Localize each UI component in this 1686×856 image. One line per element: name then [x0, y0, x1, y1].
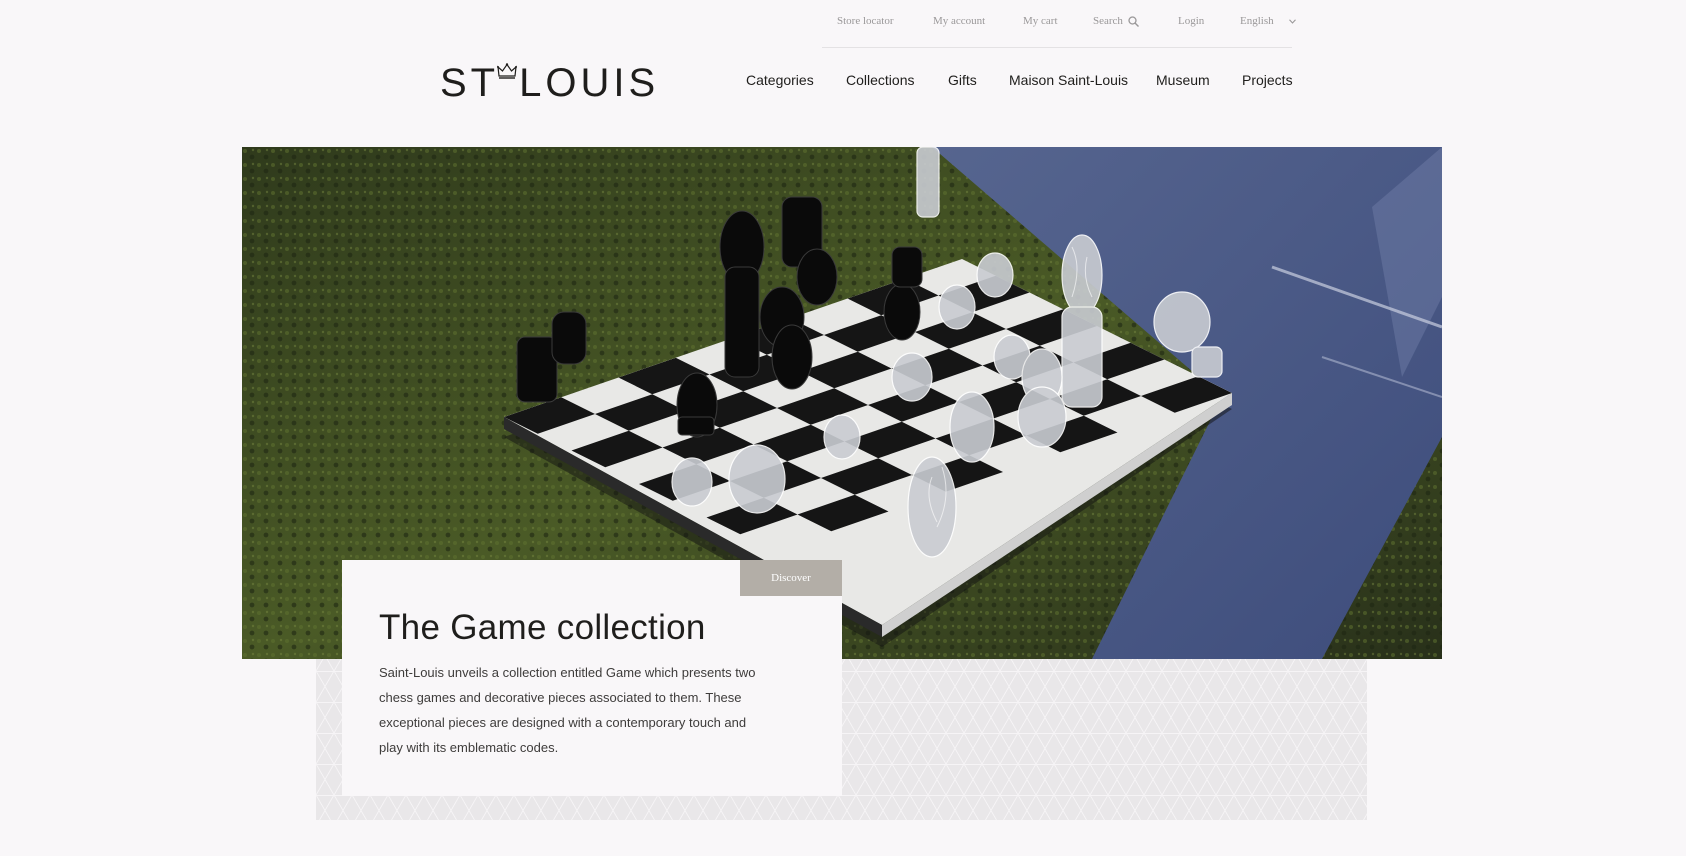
chevron-down-icon	[1288, 18, 1296, 24]
search-icon	[1128, 15, 1139, 27]
language-selector[interactable]: English	[1240, 15, 1296, 27]
nav-museum[interactable]: Museum	[1156, 72, 1210, 88]
logo-text-left: ST	[440, 61, 500, 105]
collection-description: Saint-Louis unveils a collection entitle…	[379, 665, 756, 755]
nav-collections[interactable]: Collections	[846, 72, 914, 88]
nav-categories[interactable]: Categories	[746, 72, 814, 88]
my-cart-link[interactable]: My cart	[1023, 15, 1058, 27]
logo-text-right: LOUIS	[519, 61, 660, 105]
login-link[interactable]: Login	[1178, 15, 1204, 27]
store-locator-link[interactable]: Store locator	[837, 15, 894, 27]
utility-nav: Store locator My account My cart Search …	[822, 0, 1296, 48]
discover-button[interactable]: Discover	[740, 560, 842, 596]
nav-gifts[interactable]: Gifts	[948, 72, 977, 88]
brand-logo[interactable]: ST LOUIS	[440, 62, 692, 104]
search-link[interactable]: Search	[1093, 15, 1139, 27]
collection-title: The Game collection	[379, 608, 706, 647]
nav-maison-saint-louis[interactable]: Maison Saint-Louis	[1009, 72, 1128, 88]
my-account-link[interactable]: My account	[933, 15, 985, 27]
logo-wordmark: ST LOUIS	[440, 62, 659, 104]
language-label: English	[1240, 15, 1274, 27]
nav-projects[interactable]: Projects	[1242, 72, 1293, 88]
search-label: Search	[1093, 15, 1123, 27]
crown-icon	[497, 63, 517, 84]
